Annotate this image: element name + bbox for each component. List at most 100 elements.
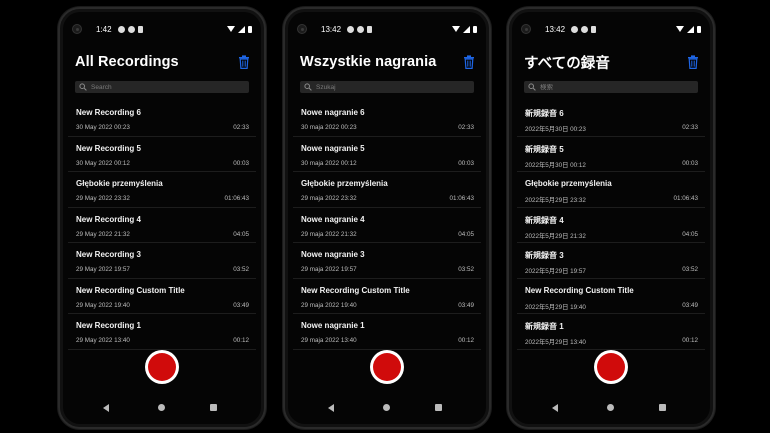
recording-name: 新規録音 6 — [525, 109, 564, 118]
notification-icon — [571, 25, 579, 33]
search-icon — [304, 83, 312, 91]
status-time: 13:42 — [321, 24, 342, 34]
recording-item[interactable]: Nowe nagranie 4 29 maja 2022 21:32 04:05 — [293, 208, 481, 243]
notification-icon — [367, 25, 373, 33]
recording-item[interactable]: 新規録音 1 2022年5月29日 13:40 00:12 — [517, 314, 705, 350]
side-button — [265, 109, 266, 143]
recording-name: New Recording 1 — [76, 321, 141, 330]
recording-item[interactable]: Głębokie przemyślenia 29 May 2022 23:32 … — [68, 172, 256, 208]
camera-icon — [521, 24, 531, 34]
recording-name: Nowe nagranie 3 — [301, 250, 365, 259]
recording-date: 30 maja 2022 00:12 — [301, 159, 357, 167]
search-bar[interactable] — [524, 81, 698, 93]
recording-duration: 00:03 — [458, 159, 474, 167]
recording-item[interactable]: Nowe nagranie 5 30 maja 2022 00:12 00:03 — [293, 137, 481, 172]
recording-duration: 04:05 — [682, 230, 698, 238]
recording-item[interactable]: New Recording 4 29 May 2022 21:32 04:05 — [68, 208, 256, 243]
recording-name: Nowe nagranie 1 — [301, 321, 365, 330]
recording-duration: 03:49 — [682, 301, 698, 309]
recording-item[interactable]: New Recording 3 29 May 2022 19:57 03:52 — [68, 243, 256, 279]
search-input[interactable] — [540, 83, 640, 91]
recording-item[interactable]: New Recording Custom Title 29 maja 2022 … — [293, 279, 481, 314]
recording-duration: 04:05 — [458, 230, 474, 238]
trash-icon[interactable] — [463, 55, 475, 69]
wifi-icon — [227, 26, 235, 32]
recording-duration: 00:12 — [458, 337, 474, 344]
trash-icon[interactable] — [687, 55, 699, 69]
recording-date: 2022年5月30日 00:12 — [525, 161, 586, 169]
notification-icon — [347, 25, 355, 33]
recording-item[interactable]: New Recording 6 30 May 2022 00:23 02:33 — [68, 101, 256, 137]
recording-date: 29 May 2022 13:40 — [76, 337, 130, 344]
recording-date: 29 May 2022 21:32 — [76, 230, 130, 238]
notification-icon — [137, 25, 143, 33]
notification-icon — [117, 25, 125, 33]
signal-icon — [238, 25, 245, 33]
recording-date: 29 maja 2022 23:32 — [301, 195, 357, 202]
navigation-bar — [60, 402, 264, 414]
back-icon[interactable] — [552, 404, 558, 412]
record-button[interactable] — [594, 350, 628, 384]
recording-item[interactable]: 新規録音 6 2022年5月30日 00:23 02:33 — [517, 101, 705, 137]
recording-item[interactable]: New Recording Custom Title 2022年5月29日 19… — [517, 279, 705, 314]
recording-item[interactable]: 新規録音 5 2022年5月30日 00:12 00:03 — [517, 137, 705, 172]
recording-date: 2022年5月30日 00:23 — [525, 126, 586, 133]
phone-screen-1: 1:42 All Recordings Search New Recording… — [58, 7, 266, 429]
recents-icon[interactable] — [435, 404, 442, 411]
back-icon[interactable] — [328, 404, 334, 412]
record-button[interactable] — [145, 350, 179, 384]
recording-date: 30 May 2022 00:23 — [76, 124, 130, 131]
status-time: 13:42 — [545, 24, 566, 34]
home-icon[interactable] — [383, 404, 390, 411]
page-title: すべての録音 — [524, 55, 611, 72]
phone-screen-2: 13:42 Wszystkie nagrania Szukaj Nowe nag… — [283, 7, 491, 429]
camera-icon — [297, 24, 307, 34]
signal-icon — [463, 25, 470, 33]
home-icon[interactable] — [607, 404, 614, 411]
recording-duration: 03:49 — [233, 301, 249, 309]
recording-date: 29 maja 2022 21:32 — [301, 230, 357, 238]
recording-date: 30 May 2022 00:12 — [76, 159, 130, 167]
record-button[interactable] — [370, 350, 404, 384]
recording-name: Nowe nagranie 6 — [301, 108, 365, 117]
recording-item[interactable]: New Recording Custom Title 29 May 2022 1… — [68, 279, 256, 314]
recording-item[interactable]: Nowe nagranie 3 29 maja 2022 19:57 03:52 — [293, 243, 481, 279]
recording-duration: 02:33 — [233, 124, 249, 131]
back-icon[interactable] — [103, 404, 109, 412]
recording-duration: 00:12 — [233, 337, 249, 344]
status-bar: 1:42 — [72, 23, 252, 35]
recording-item[interactable]: Głębokie przemyślenia 29 maja 2022 23:32… — [293, 172, 481, 208]
search-input[interactable] — [91, 83, 191, 91]
recents-icon[interactable] — [659, 404, 666, 411]
trash-icon[interactable] — [238, 55, 250, 69]
side-button — [714, 109, 715, 143]
recording-item[interactable]: New Recording 5 30 May 2022 00:12 00:03 — [68, 137, 256, 172]
recording-date: 2022年5月29日 13:40 — [525, 339, 586, 346]
notification-icon — [127, 25, 135, 33]
recordings-list: 新規録音 6 2022年5月30日 00:23 02:33 新規録音 5 202… — [517, 101, 705, 350]
recording-duration: 00:12 — [682, 337, 698, 344]
recording-name: 新規録音 3 — [525, 251, 564, 260]
recording-item[interactable]: New Recording 1 29 May 2022 13:40 00:12 — [68, 314, 256, 350]
recording-item[interactable]: Głębokie przemyślenia 2022年5月29日 23:32 0… — [517, 172, 705, 208]
camera-icon — [72, 24, 82, 34]
search-bar[interactable] — [300, 81, 474, 93]
recording-duration: 01:06:43 — [224, 195, 249, 202]
record-icon — [148, 353, 176, 381]
search-bar[interactable] — [75, 81, 249, 93]
recording-date: 2022年5月29日 19:57 — [525, 268, 586, 275]
home-icon[interactable] — [158, 404, 165, 411]
navigation-bar — [285, 402, 489, 414]
recents-icon[interactable] — [210, 404, 217, 411]
search-input[interactable] — [316, 83, 416, 91]
recording-date: 2022年5月29日 19:40 — [525, 303, 586, 311]
recording-duration: 03:52 — [233, 266, 249, 273]
notification-icon — [581, 25, 589, 33]
recording-item[interactable]: Nowe nagranie 6 30 maja 2022 00:23 02:33 — [293, 101, 481, 137]
recording-name: Głębokie przemyślenia — [301, 179, 388, 188]
recording-item[interactable]: Nowe nagranie 1 29 maja 2022 13:40 00:12 — [293, 314, 481, 350]
recording-item[interactable]: 新規録音 4 2022年5月29日 21:32 04:05 — [517, 208, 705, 243]
recording-item[interactable]: 新規録音 3 2022年5月29日 19:57 03:52 — [517, 243, 705, 279]
recording-name: New Recording 6 — [76, 108, 141, 117]
recording-duration: 04:05 — [233, 230, 249, 238]
